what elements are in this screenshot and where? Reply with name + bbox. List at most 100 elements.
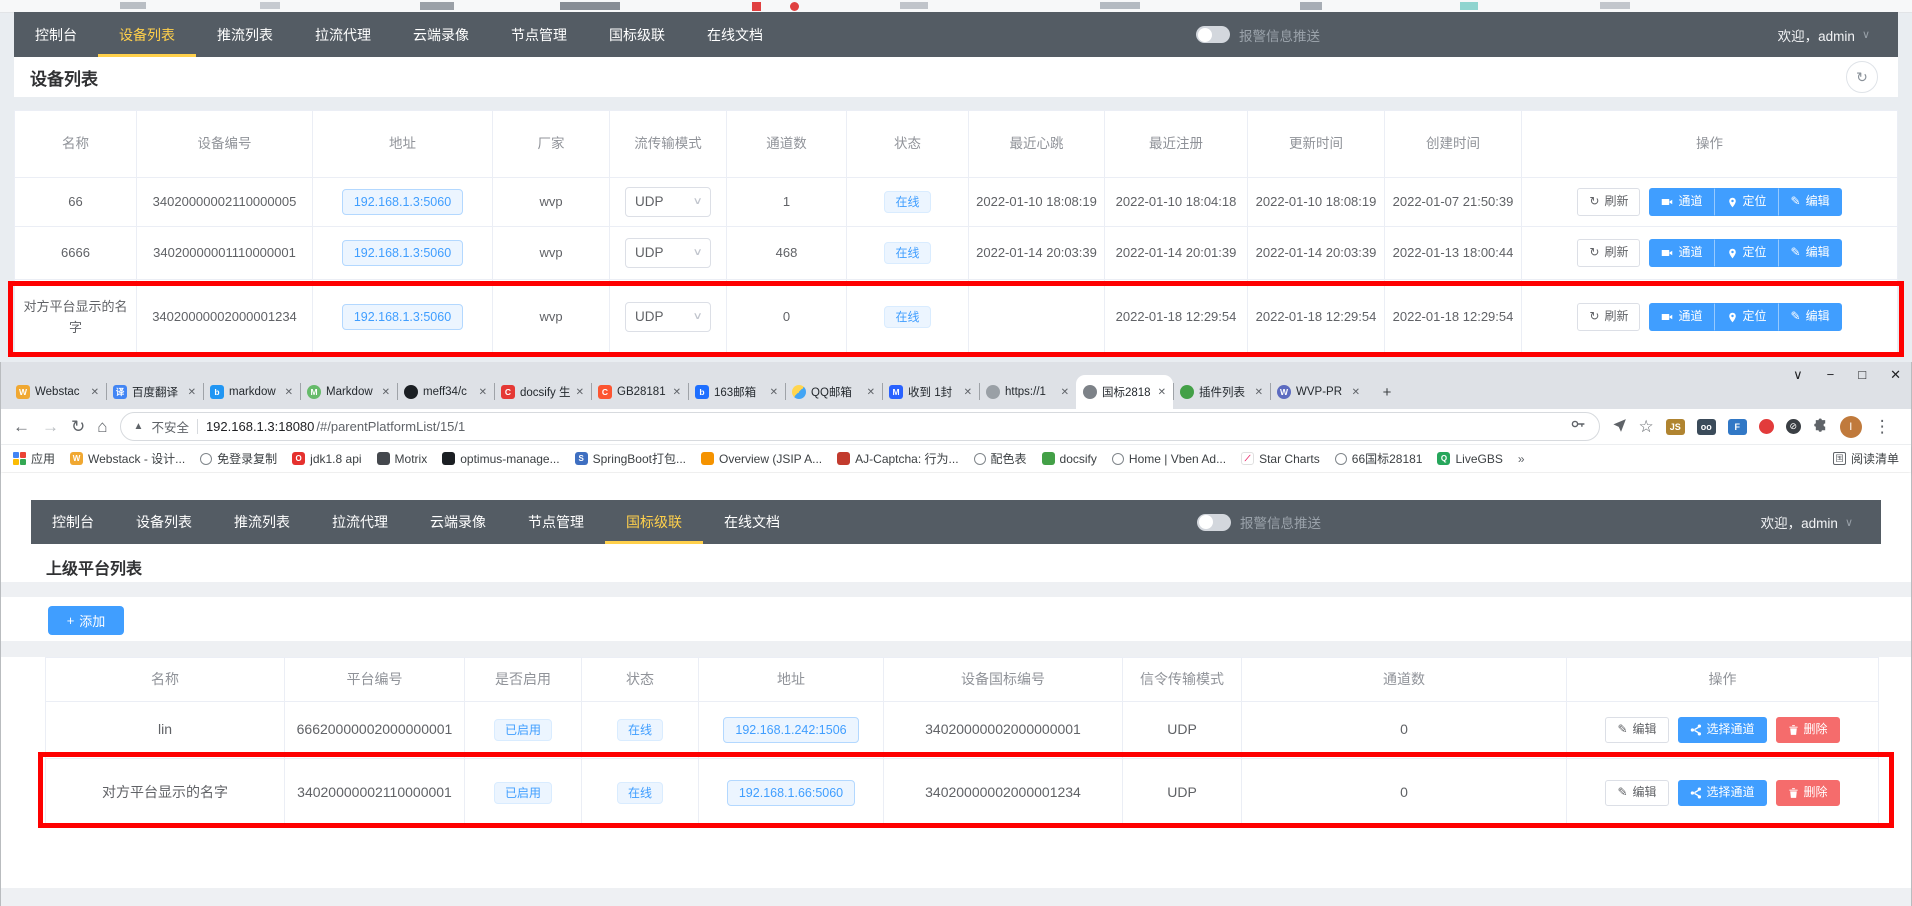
key-icon[interactable]: [1570, 416, 1586, 437]
add-platform-button[interactable]: + 添加: [48, 606, 124, 635]
address-button[interactable]: 192.168.1.66:5060: [727, 780, 855, 807]
bookmark-item[interactable]: 66国标28181: [1335, 450, 1423, 467]
locate-button[interactable]: 定位: [1715, 303, 1779, 331]
nav-item-device-list[interactable]: 设备列表: [98, 12, 196, 57]
browser-tab[interactable]: 译百度翻译✕: [106, 375, 203, 409]
locate-button[interactable]: 定位: [1715, 239, 1779, 267]
nav-item-cloud-record[interactable]: 云端录像: [409, 500, 507, 544]
browser-tab[interactable]: b163邮箱✕: [688, 375, 785, 409]
nav-item-cloud-record[interactable]: 云端录像: [392, 12, 490, 57]
close-tab-icon[interactable]: ✕: [285, 387, 293, 398]
back-icon[interactable]: ←: [13, 418, 30, 435]
nav-item-online-docs[interactable]: 在线文档: [686, 12, 784, 57]
browser-tab[interactable]: bmarkdow✕: [203, 375, 300, 409]
status-badge[interactable]: 在线: [884, 242, 930, 264]
browser-tab[interactable]: 插件列表✕: [1173, 375, 1270, 409]
close-tab-icon[interactable]: ✕: [188, 387, 196, 398]
close-tab-icon[interactable]: ✕: [479, 387, 487, 398]
locate-button[interactable]: 定位: [1715, 188, 1779, 216]
extension-badge-js[interactable]: JS: [1666, 419, 1685, 435]
close-tab-icon[interactable]: ✕: [964, 387, 972, 398]
nav-item-device-list[interactable]: 设备列表: [115, 500, 213, 544]
address-button[interactable]: 192.168.1.242:1506: [723, 717, 858, 744]
bookmark-item[interactable]: Motrix: [377, 452, 428, 466]
bookmark-item[interactable]: 免登录复制: [200, 450, 277, 467]
status-badge[interactable]: 在线: [884, 191, 930, 213]
send-to-device-icon[interactable]: [1612, 418, 1627, 436]
extensions-puzzle-icon[interactable]: [1813, 418, 1828, 436]
address-button[interactable]: 192.168.1.3:5060: [342, 189, 463, 216]
close-tab-icon[interactable]: ✕: [770, 387, 778, 398]
browser-menu-kebab-icon[interactable]: ⋮: [1874, 418, 1891, 435]
browser-tab[interactable]: M收到 1封✕: [882, 375, 979, 409]
close-tab-icon[interactable]: ✕: [576, 387, 584, 398]
tab-overflow-icon[interactable]: ∨: [1793, 367, 1803, 383]
nav-item-console[interactable]: 控制台: [31, 500, 115, 544]
adguard-extension-icon[interactable]: [1759, 419, 1774, 434]
nav-item-gb-cascade[interactable]: 国标级联: [605, 500, 703, 544]
channel-button[interactable]: 通道: [1649, 239, 1714, 267]
nav-item-online-docs[interactable]: 在线文档: [703, 500, 801, 544]
browser-tab[interactable]: WWebstac✕: [9, 375, 106, 409]
bookmark-item[interactable]: AJ-Captcha: 行为...: [837, 450, 958, 467]
bookmark-item[interactable]: ⟋Star Charts: [1241, 452, 1320, 466]
maximize-icon[interactable]: □: [1858, 367, 1866, 383]
address-button[interactable]: 192.168.1.3:5060: [342, 304, 463, 331]
nav-item-gb-cascade[interactable]: 国标级联: [588, 12, 686, 57]
close-tab-icon[interactable]: ✕: [867, 387, 875, 398]
profile-avatar[interactable]: I: [1840, 416, 1862, 438]
select-channel-button[interactable]: 选择通道: [1678, 717, 1767, 743]
new-tab-button[interactable]: +: [1374, 379, 1400, 405]
edit-button[interactable]: ✎编辑: [1605, 780, 1668, 806]
bookmark-star-icon[interactable]: ☆: [1639, 418, 1654, 435]
bookmark-item[interactable]: 配色表: [974, 450, 1027, 467]
nav-item-node-manage[interactable]: 节点管理: [490, 12, 588, 57]
delete-button[interactable]: 删除: [1776, 780, 1840, 806]
browser-tab[interactable]: Cdocsify 生✕: [494, 375, 591, 409]
bookmark-item[interactable]: docsify: [1042, 452, 1097, 466]
address-bar[interactable]: ▲ 不安全 192.168.1.3:18080 /#/parentPlatfor…: [120, 412, 1600, 441]
reload-icon[interactable]: ↻: [71, 418, 85, 435]
bookmark-item[interactable]: optimus-manage...: [442, 452, 559, 466]
extension-badge-f[interactable]: F: [1728, 419, 1747, 435]
browser-tab[interactable]: WWVP-PR✕: [1270, 375, 1367, 409]
select-channel-button[interactable]: 选择通道: [1678, 780, 1767, 806]
bookmark-item[interactable]: WWebstack - 设计...: [70, 450, 185, 467]
bookmark-item[interactable]: Overview (JSIP A...: [701, 452, 822, 466]
home-icon[interactable]: ⌂: [97, 418, 107, 435]
bookmark-item[interactable]: SSpringBoot打包...: [575, 450, 686, 467]
nav-item-node-manage[interactable]: 节点管理: [507, 500, 605, 544]
close-window-icon[interactable]: ✕: [1890, 367, 1901, 383]
forward-icon[interactable]: →: [42, 418, 59, 435]
alarm-push-toggle[interactable]: [1197, 514, 1231, 531]
close-tab-icon[interactable]: ✕: [673, 387, 681, 398]
browser-tab[interactable]: CGB28181✕: [591, 375, 688, 409]
edit-button[interactable]: ✎编辑: [1779, 303, 1842, 331]
refresh-button[interactable]: ↻刷新: [1577, 303, 1640, 331]
status-badge[interactable]: 在线: [884, 306, 930, 328]
bookmarks-overflow-icon[interactable]: »: [1518, 452, 1525, 466]
browser-tab[interactable]: https://1✕: [979, 375, 1076, 409]
bookmark-item[interactable]: Ojdk1.8 api: [292, 452, 361, 466]
close-tab-icon[interactable]: ✕: [382, 387, 390, 398]
edit-button[interactable]: ✎编辑: [1779, 188, 1842, 216]
edit-button[interactable]: ✎编辑: [1605, 717, 1668, 743]
user-menu[interactable]: 欢迎，admin ∨: [1761, 512, 1853, 532]
nav-item-console[interactable]: 控制台: [14, 12, 98, 57]
transport-select[interactable]: UDP∨: [625, 238, 711, 268]
reading-list-button[interactable]: 国 阅读清单: [1833, 450, 1899, 467]
close-tab-icon[interactable]: ✕: [1352, 387, 1360, 398]
refresh-page-button[interactable]: ↻: [1846, 61, 1878, 93]
browser-tab[interactable]: QQ邮箱✕: [785, 375, 882, 409]
close-tab-icon[interactable]: ✕: [1255, 387, 1263, 398]
blocker-extension-icon[interactable]: ⊘: [1786, 419, 1801, 434]
close-tab-icon[interactable]: ✕: [91, 387, 99, 398]
bookmark-item[interactable]: QLiveGBS: [1437, 452, 1502, 466]
refresh-button[interactable]: ↻刷新: [1577, 239, 1640, 267]
apps-shortcut[interactable]: 应用: [13, 450, 55, 467]
delete-button[interactable]: 删除: [1776, 717, 1840, 743]
close-tab-icon[interactable]: ✕: [1061, 387, 1069, 398]
user-menu[interactable]: 欢迎，admin ∨: [1778, 25, 1870, 45]
browser-tab-active[interactable]: 国标2818✕: [1076, 375, 1173, 409]
extension-badge-oo[interactable]: oo: [1697, 419, 1716, 435]
